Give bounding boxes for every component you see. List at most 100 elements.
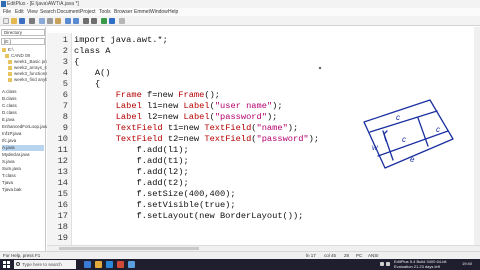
folder-icon [8,65,12,70]
code-token: f.add(t2); [74,178,189,188]
cut-icon[interactable] [39,18,45,24]
code-token: Frame [115,90,142,100]
menu-window[interactable]: Window [150,8,168,16]
file-item[interactable]: Tjava [2,180,13,186]
folder-icon [8,77,12,82]
code-token: Frame [178,90,205,100]
code-line: import java.awt.*; [74,35,168,46]
task-view-icon[interactable] [84,261,91,268]
menu-emmet[interactable]: Emmet [134,8,150,16]
find-icon[interactable] [83,18,89,24]
menu-view[interactable]: View [27,8,38,16]
code-token: Label [115,101,142,111]
code-line: f.setVisible(true); [74,200,236,211]
horizontal-scroll-thumb[interactable] [59,247,199,250]
code-token: f.add(l1); [74,145,189,155]
file-item[interactable]: B.class [2,96,17,102]
windows-start-icon[interactable] [3,261,10,268]
code-token: l1=new [141,101,184,111]
code-token: t1=new [162,123,205,133]
replace-icon[interactable] [91,18,97,24]
run-icon[interactable] [101,18,107,24]
file-item[interactable]: S.java [2,159,15,165]
code-line: { [74,57,79,68]
file-explorer-icon[interactable] [95,261,102,268]
line-number: 14 [57,178,68,188]
save-icon[interactable] [19,18,25,24]
menu-tools[interactable]: Tools [99,8,111,16]
code-token: f.setSize(400,400); [74,189,236,199]
file-item[interactable]: Tjava.bak [2,187,22,193]
line-number: 18 [57,222,68,232]
line-number: 1 [62,35,68,45]
file-item-selected[interactable]: A.java [2,145,44,151]
menu-file[interactable]: File [3,8,11,16]
code-token: Label [183,112,210,122]
redo-icon[interactable] [73,18,79,24]
menu-document[interactable]: Document [57,8,80,16]
code-token: ); [287,123,299,133]
undo-icon[interactable] [65,18,71,24]
menu-browser[interactable]: Browser [114,8,132,16]
code-token: TextField [115,134,163,144]
new-file-icon[interactable] [3,18,9,24]
network-icon[interactable] [380,262,384,266]
file-item[interactable]: C.class [2,103,17,109]
line-number: 10 [57,134,68,144]
file-item[interactable]: Mydeclar.java [2,152,30,158]
code-token: f.add(t1); [74,156,189,166]
code-token: { [74,79,101,89]
file-item[interactable]: E.java [2,117,15,123]
drive-select[interactable]: [E:] [1,38,45,45]
line-number: 12 [57,156,68,166]
edge-browser-icon[interactable] [106,261,113,268]
menu-help[interactable]: Help [168,8,178,16]
code-token: Label [183,101,210,111]
word-wrap-icon[interactable] [119,18,125,24]
status-bar: For Help, press F1 ln 17 col 45 28 PC AN… [0,251,480,259]
code-editor[interactable]: import java.awt.*; class A{ A() { Frame f… [74,33,424,245]
volume-icon[interactable] [386,262,390,266]
line-number: 11 [57,145,68,155]
paste-icon[interactable] [55,18,61,24]
code-line: A() [74,68,111,79]
code-token: f.add(l2); [74,167,189,177]
editplus-taskbar-icon[interactable] [128,261,135,268]
code-line: f.setSize(400,400); [74,189,236,200]
code-token: A() [74,68,111,78]
file-item[interactable]: Ifc.java [2,138,16,144]
vertical-scrollbar[interactable] [474,27,480,245]
line-number: 6 [62,90,68,100]
tray-notice-line2: Evaluation 21.23 days left [394,263,440,269]
code-token: import java.awt.*; [74,35,168,45]
taskbar-clock[interactable]: 19:40 [462,261,472,267]
menu-edit[interactable]: Edit [15,8,24,16]
file-item[interactable]: Inf1P.java [2,131,21,137]
directory-panel: Directory [E:] E:\ CAND 08 week1_Basic p… [0,27,56,258]
code-token: ); [308,134,320,144]
taskbar-search-input[interactable]: Type here to search [14,260,76,269]
code-token: "user name" [214,101,273,111]
open-folder-icon[interactable] [11,18,17,24]
document-tab[interactable]: A.java [47,27,95,41]
menu-project[interactable]: Project [80,8,96,16]
file-item[interactable]: Sum.java [2,166,21,172]
print-icon[interactable] [29,18,35,24]
menu-search[interactable]: Search [40,8,56,16]
file-item[interactable]: EnhancedForLoop.java [2,124,49,130]
copy-icon[interactable] [47,18,53,24]
browser-icon[interactable] [109,18,115,24]
directory-tab[interactable]: Directory [1,29,45,36]
line-number: 19 [57,233,68,243]
code-token: { [74,57,80,67]
file-item[interactable]: D.class [2,110,17,116]
chrome-icon[interactable] [117,261,124,268]
line-number: 5 [62,79,68,89]
file-item[interactable]: A.class [2,89,17,95]
file-item[interactable]: T.class [2,173,16,179]
